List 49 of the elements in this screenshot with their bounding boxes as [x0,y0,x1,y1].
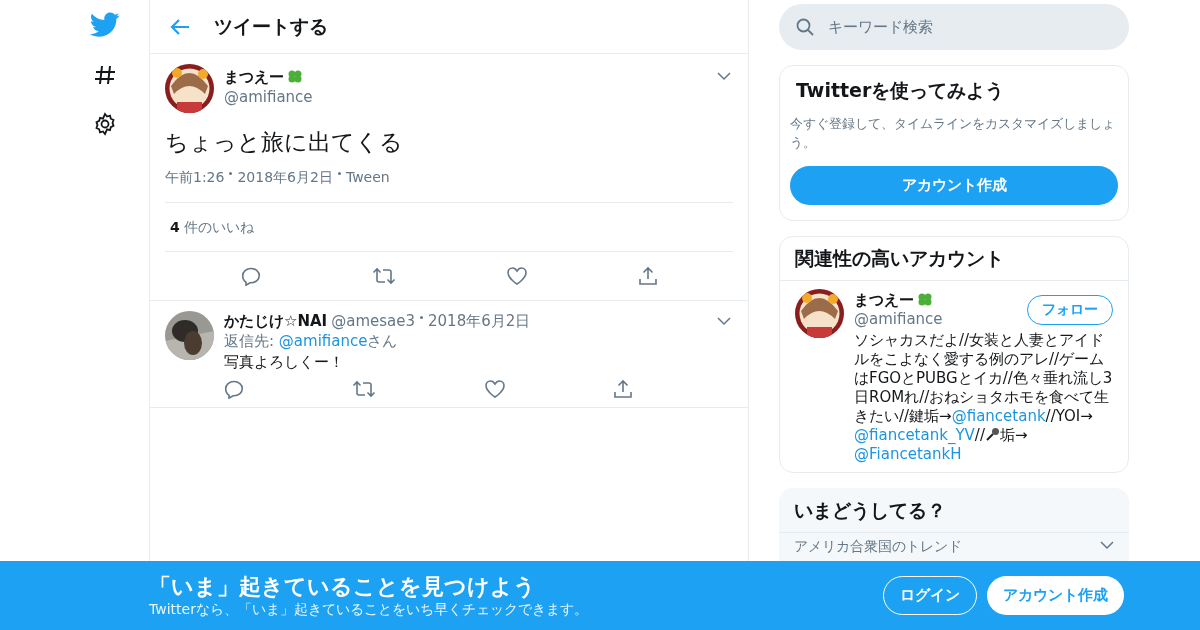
mention-link[interactable]: @fiancetank [951,407,1046,425]
user-handle[interactable]: @amifiance [854,311,943,327]
reply-icon[interactable] [240,266,261,286]
signup-button[interactable]: アカウント作成 [987,576,1124,615]
settings-icon[interactable] [92,112,117,136]
mention-link[interactable]: @FiancetankH [854,445,962,463]
likes-count[interactable]: 4 件のいいね [170,216,254,238]
reply-context: 返信先: @amifianceさん [224,331,399,351]
search-field[interactable]: キーワード検索 [779,4,1129,50]
tweet-text: ちょっと旅に出てくる [165,128,404,157]
chevron-down-icon[interactable] [717,316,731,326]
share-icon[interactable] [613,379,633,399]
signup-button[interactable]: アカウント作成 [790,165,1118,205]
page-title: ツイートする [214,14,328,40]
card-title: 関連性の高いアカウント [795,245,1004,271]
trends-location: アメリカ合衆国のトレンド [794,537,962,556]
card-title: いまどうしてる？ [794,497,946,523]
tweet-timestamp[interactable]: 2018年6月2日 [428,311,531,331]
share-icon[interactable] [637,266,658,286]
card-title: Twitterを使ってみよう [795,78,1006,103]
back-arrow-icon[interactable] [170,17,190,36]
retweet-icon[interactable] [352,380,377,398]
microphone-icon [984,427,1000,442]
user-bio: ソシャカスだよ//女装と人妻とアイドルをこよなく愛する例のアレ//ゲームはFGOとPUBGとイカ//色々垂れ流し3日ROMれ//おねショタホモを食べて生きたい//鍵垢→@fiancetank//YOI→ @fiancetank_YV// 垢→ @FiancetankH [854,331,1113,464]
bird-logo-icon[interactable] [89,12,120,38]
heart-icon[interactable] [506,267,527,285]
user-name[interactable]: まつえー [854,288,914,311]
reply-icon[interactable] [224,379,244,399]
hashtag-icon[interactable] [93,64,116,86]
tweet-timestamp[interactable]: 2018年6月2日 [237,166,333,188]
user-handle[interactable]: @amesae3 [331,311,415,331]
user-name[interactable]: まつえー [224,66,284,89]
tweet-text: 写真よろしくー！ [224,352,345,373]
user-name[interactable]: かたじけ☆NAI [224,311,328,331]
chevron-down-icon[interactable] [1100,541,1114,550]
banner-text: Twitterなら、「いま」起きていることをいち早くチェックできます。 [149,599,589,618]
user-handle[interactable]: @amifiance [224,88,707,105]
search-icon [796,18,814,36]
heart-icon[interactable] [484,380,505,398]
mention-link[interactable]: @fiancetank_YV [854,426,975,444]
source-link[interactable]: Tween [345,166,390,188]
clover-icon [916,291,934,308]
search-input: キーワード検索 [828,15,1112,39]
banner-title: 「いま」起きていることを見つけよう [149,573,537,600]
mention-link[interactable]: @amifiance [278,332,368,350]
tweet-timestamp[interactable]: 午前1:26 [165,166,225,188]
retweet-icon[interactable] [371,267,396,285]
card-text: 今すぐ登録して、タイムラインをカスタマイズしましょう。 [790,114,1116,152]
chevron-down-icon[interactable] [717,72,731,81]
